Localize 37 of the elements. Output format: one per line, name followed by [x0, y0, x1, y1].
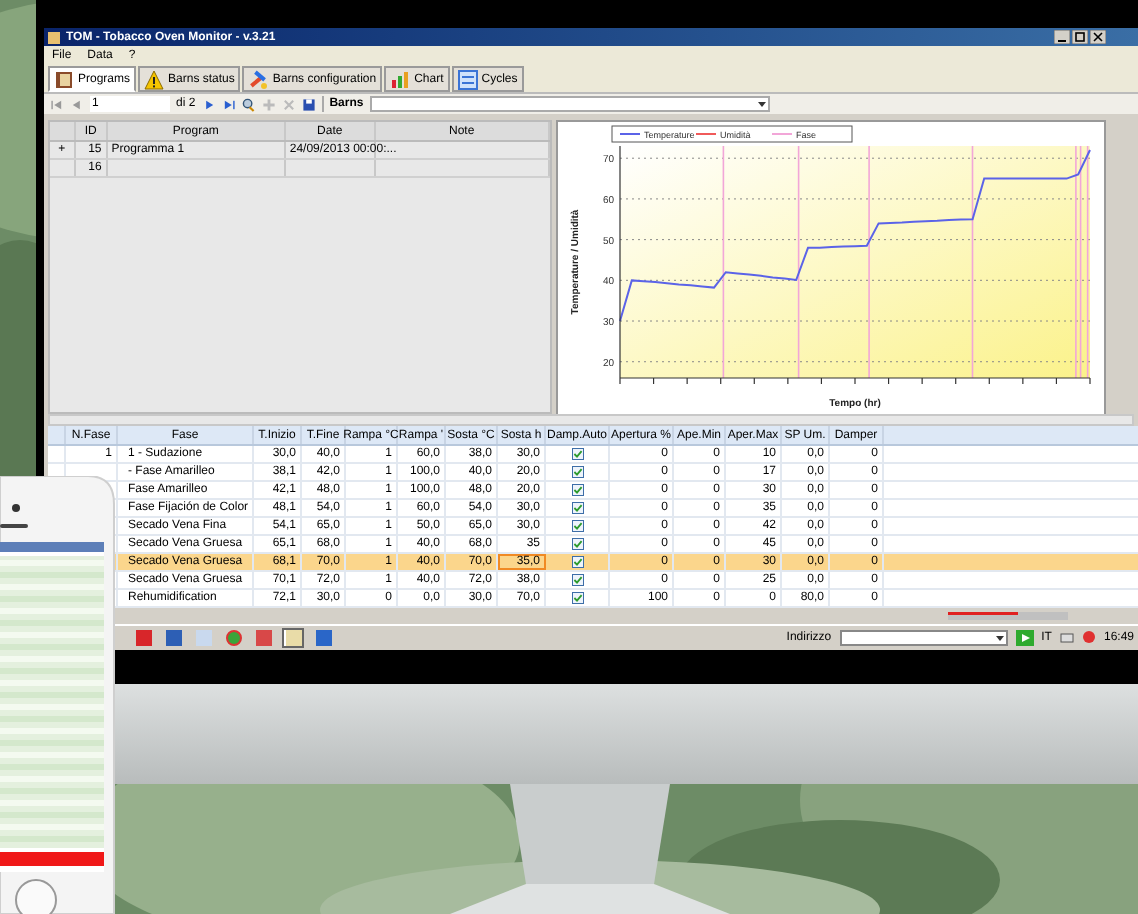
checkbox[interactable] — [571, 556, 583, 568]
checkbox[interactable] — [571, 484, 583, 496]
caret-icon — [755, 98, 768, 110]
checkbox[interactable] — [571, 538, 583, 550]
checkbox[interactable] — [571, 574, 583, 586]
calendar-icon — [457, 69, 478, 89]
minimize-button[interactable] — [1054, 30, 1070, 44]
document-icon[interactable] — [132, 627, 154, 647]
browser-icon[interactable] — [222, 627, 244, 647]
scrollbar[interactable] — [948, 612, 1068, 620]
last-icon[interactable] — [221, 97, 236, 111]
package-icon[interactable] — [252, 627, 274, 647]
address-field[interactable] — [839, 629, 1008, 645]
checkbox[interactable] — [571, 466, 583, 478]
previous-icon[interactable] — [70, 97, 84, 111]
search-icon[interactable] — [241, 97, 256, 111]
horizontal-scrollbar[interactable] — [48, 414, 1134, 426]
tools-icon — [248, 69, 269, 89]
caret-icon — [993, 631, 1006, 643]
warning-icon — [144, 69, 165, 89]
checkbox[interactable] — [571, 502, 583, 514]
checkbox[interactable] — [571, 520, 583, 532]
document-icon[interactable] — [162, 627, 184, 647]
shield-icon[interactable] — [1081, 630, 1096, 644]
checkbox[interactable] — [571, 592, 583, 604]
checkbox[interactable] — [571, 448, 583, 460]
next-icon[interactable] — [201, 97, 216, 111]
save-icon[interactable] — [301, 97, 316, 111]
close-button[interactable] — [1090, 30, 1106, 44]
window-icon[interactable] — [312, 627, 334, 647]
maximize-button[interactable] — [1072, 30, 1088, 44]
app-icon — [48, 31, 60, 43]
first-icon[interactable] — [50, 97, 64, 111]
bar-chart-icon — [390, 69, 411, 89]
book-icon — [54, 69, 74, 89]
go-icon[interactable] — [1015, 629, 1034, 645]
app-icon[interactable] — [282, 627, 304, 647]
